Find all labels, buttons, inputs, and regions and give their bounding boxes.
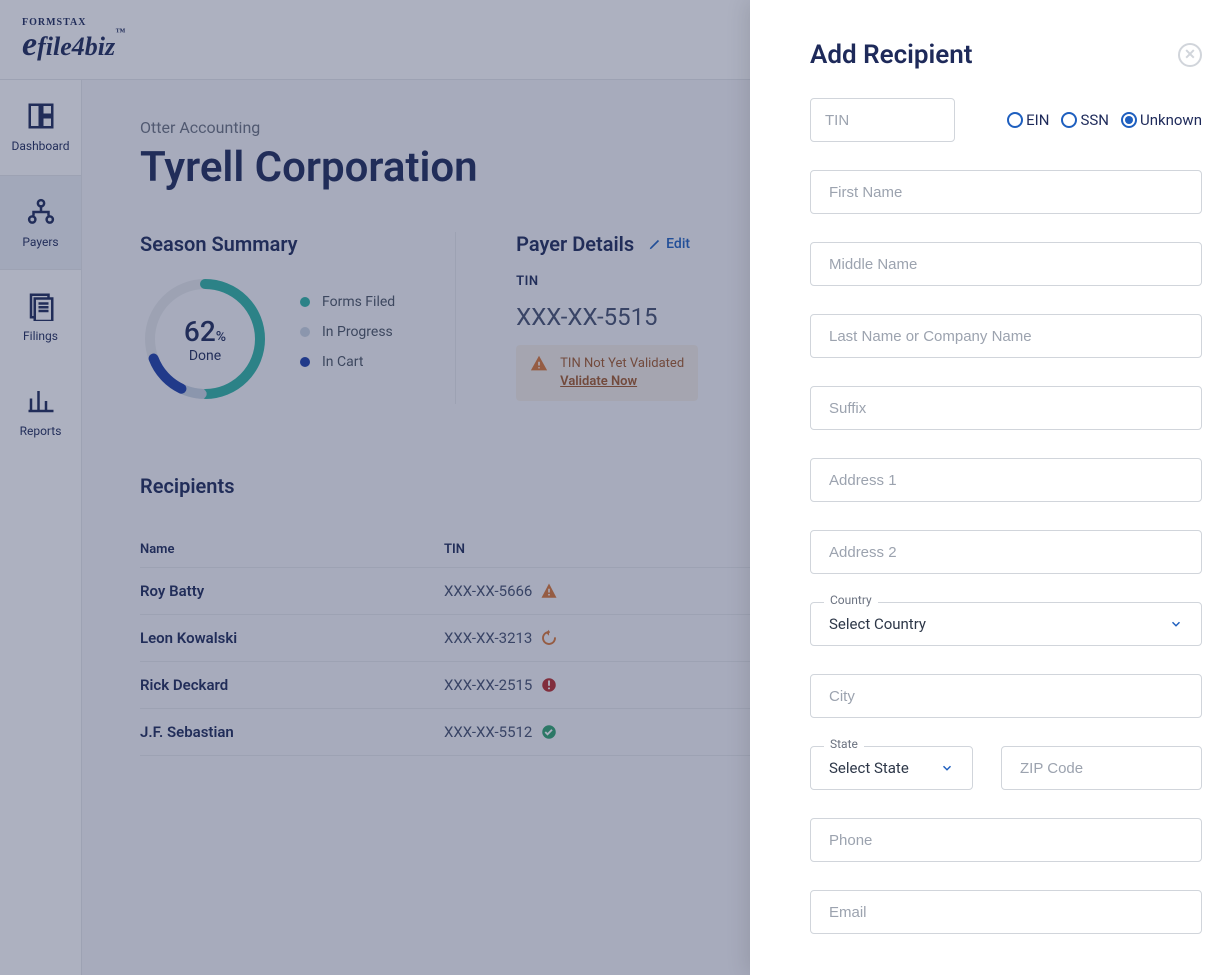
status-error-icon bbox=[540, 676, 558, 694]
legend-dot bbox=[300, 327, 310, 337]
city-input[interactable] bbox=[810, 674, 1202, 718]
col-tin[interactable]: TIN bbox=[444, 532, 802, 568]
radio-icon bbox=[1061, 112, 1077, 128]
radio-unknown[interactable]: Unknown bbox=[1121, 111, 1202, 129]
phone-input[interactable] bbox=[810, 818, 1202, 862]
legend-dot bbox=[300, 357, 310, 367]
legend-label: Forms Filed bbox=[322, 294, 395, 310]
first-name-input[interactable] bbox=[810, 170, 1202, 214]
radio-ein[interactable]: EIN bbox=[1007, 111, 1049, 129]
sidebar-item-filings[interactable]: Filings bbox=[0, 270, 81, 365]
recipient-name[interactable]: Rick Deckard bbox=[140, 662, 444, 709]
recipient-tin: XXX-XX-2515 bbox=[444, 662, 802, 709]
season-heading: Season Summary bbox=[140, 232, 395, 256]
validate-now-link[interactable]: Validate Now bbox=[560, 374, 637, 389]
legend-dot bbox=[300, 297, 310, 307]
sidebar: Dashboard Payers Filings Reports bbox=[0, 80, 82, 975]
edit-payer-link[interactable]: Edit bbox=[648, 236, 690, 252]
email-input[interactable] bbox=[810, 890, 1202, 934]
pencil-icon bbox=[648, 237, 662, 251]
tin-warning: TIN Not Yet Validated Validate Now bbox=[516, 345, 698, 401]
payer-details: Payer Details Edit TIN XXX-XX-5515 TIN N… bbox=[455, 232, 698, 404]
country-select[interactable]: Select Country bbox=[810, 602, 1202, 646]
status-pending-icon bbox=[540, 629, 558, 647]
state-label: State bbox=[824, 737, 864, 751]
recipient-tin: XXX-XX-5512 bbox=[444, 709, 802, 756]
dashboard-icon bbox=[26, 101, 56, 131]
sidebar-item-payers[interactable]: Payers bbox=[0, 175, 81, 270]
state-select-wrap: State Select State bbox=[810, 746, 973, 790]
country-label: Country bbox=[824, 593, 878, 607]
tin-type-radio-group: EIN SSN Unknown bbox=[971, 111, 1202, 129]
filings-icon bbox=[26, 291, 56, 321]
chevron-down-icon bbox=[1169, 617, 1183, 631]
zip-input[interactable] bbox=[1001, 746, 1202, 790]
sidebar-label: Reports bbox=[20, 424, 62, 438]
sidebar-label: Dashboard bbox=[11, 139, 69, 153]
reports-icon bbox=[26, 386, 56, 416]
donut-percent: 62 bbox=[184, 315, 216, 348]
address1-input[interactable] bbox=[810, 458, 1202, 502]
tin-input[interactable] bbox=[810, 98, 955, 142]
chevron-down-icon bbox=[940, 761, 954, 775]
legend-label: In Progress bbox=[322, 324, 393, 340]
recipient-name[interactable]: J.F. Sebastian bbox=[140, 709, 444, 756]
radio-icon bbox=[1121, 112, 1137, 128]
sidebar-label: Filings bbox=[23, 329, 58, 343]
donut-chart: 62% Done bbox=[140, 274, 270, 404]
season-summary: Season Summary 62% Done Forms Filed bbox=[140, 232, 395, 404]
address2-input[interactable] bbox=[810, 530, 1202, 574]
panel-title: Add Recipient bbox=[810, 40, 973, 70]
sidebar-label: Payers bbox=[22, 235, 58, 249]
legend-label: In Cart bbox=[322, 354, 363, 370]
col-name[interactable]: Name bbox=[140, 532, 444, 568]
recipients-heading: Recipients bbox=[140, 474, 234, 498]
recipient-name[interactable]: Leon Kowalski bbox=[140, 615, 444, 662]
warning-icon bbox=[530, 355, 548, 373]
tin-value: XXX-XX-5515 bbox=[516, 303, 698, 331]
close-panel-button[interactable]: ✕ bbox=[1178, 43, 1202, 67]
country-select-wrap: Country Select Country bbox=[810, 602, 1202, 646]
close-icon: ✕ bbox=[1184, 47, 1196, 63]
logo: FORMSTAX efile4biz™ bbox=[22, 17, 125, 62]
recipient-tin: XXX-XX-3213 bbox=[444, 615, 802, 662]
sidebar-item-dashboard[interactable]: Dashboard bbox=[0, 80, 81, 175]
add-recipient-panel: Add Recipient ✕ EIN SSN Unknown Country bbox=[750, 0, 1230, 975]
sidebar-item-reports[interactable]: Reports bbox=[0, 365, 81, 460]
radio-ssn[interactable]: SSN bbox=[1061, 111, 1109, 129]
recipient-tin: XXX-XX-5666 bbox=[444, 568, 802, 615]
recipient-name[interactable]: Roy Batty bbox=[140, 568, 444, 615]
donut-done-label: Done bbox=[189, 348, 221, 364]
suffix-input[interactable] bbox=[810, 386, 1202, 430]
logo-big-text: efile4biz™ bbox=[22, 28, 125, 62]
warn-text: TIN Not Yet Validated bbox=[560, 355, 684, 373]
middle-name-input[interactable] bbox=[810, 242, 1202, 286]
status-ok-icon bbox=[540, 723, 558, 741]
payer-heading: Payer Details bbox=[516, 232, 634, 256]
payers-icon bbox=[26, 197, 56, 227]
status-warn-icon bbox=[540, 582, 558, 600]
state-select[interactable]: Select State bbox=[810, 746, 973, 790]
donut-legend: Forms Filed In Progress In Cart bbox=[300, 294, 395, 384]
tin-label: TIN bbox=[516, 274, 698, 289]
logo-small-text: FORMSTAX bbox=[22, 17, 125, 28]
last-name-input[interactable] bbox=[810, 314, 1202, 358]
radio-icon bbox=[1007, 112, 1023, 128]
